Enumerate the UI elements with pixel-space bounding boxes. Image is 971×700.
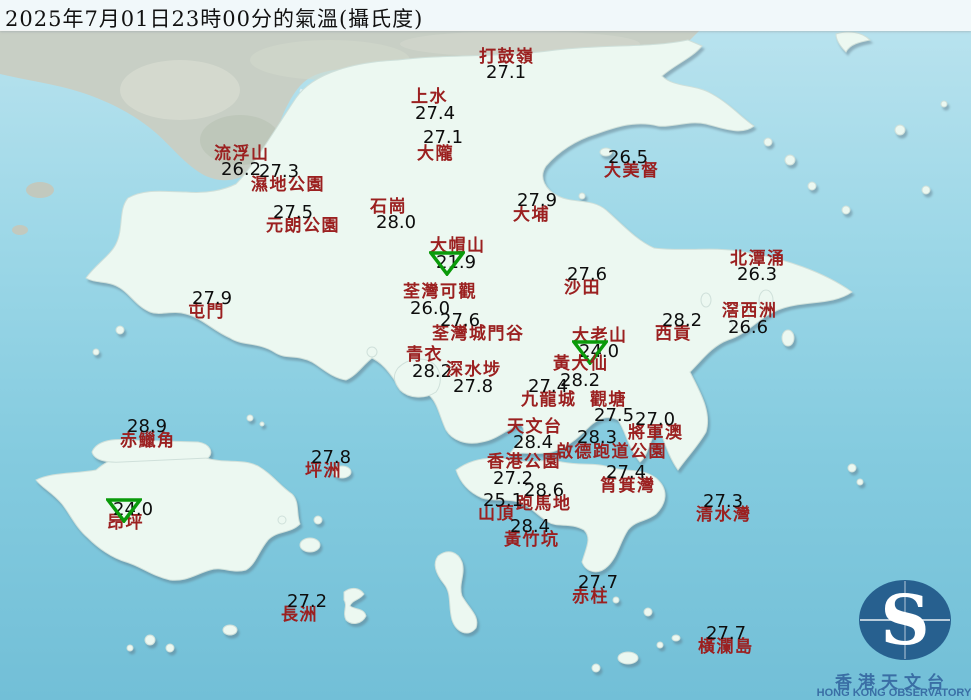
peng-chau-island bbox=[332, 465, 352, 479]
lamma-island bbox=[434, 551, 478, 634]
waglan-island bbox=[671, 634, 681, 642]
logo-s-swirl: S bbox=[880, 581, 929, 661]
tung-ping-chau-island bbox=[835, 31, 872, 53]
tsing-yi-island bbox=[393, 358, 441, 398]
cheung-chau-island bbox=[343, 587, 367, 624]
hei-ling-chau-island bbox=[299, 537, 321, 553]
temperature-map: 打鼓嶺 27.1 上水 27.4 大隴 27.1 流浮山 26.2 濕地公園 27.3 大美督 26.… bbox=[0, 0, 971, 700]
lantau-island bbox=[35, 454, 301, 581]
hong-kong-island bbox=[455, 457, 666, 573]
title-bar: 2025年7月01日23時00分的氣溫(攝氏度) bbox=[0, 0, 971, 31]
airport-island bbox=[91, 439, 212, 463]
logo-text-en: HONG KONG OBSERVATORY bbox=[816, 687, 971, 699]
map-title: 2025年7月01日23時00分的氣溫(攝氏度) bbox=[5, 7, 424, 31]
po-toi-island bbox=[617, 651, 639, 665]
hko-logo: S 香港天文台 HONG KONG OBSERVATORY bbox=[817, 556, 971, 700]
hko-logo-icon: S bbox=[859, 580, 951, 661]
kau-sai-chau-island bbox=[730, 304, 750, 332]
ma-wan-island bbox=[366, 346, 378, 358]
